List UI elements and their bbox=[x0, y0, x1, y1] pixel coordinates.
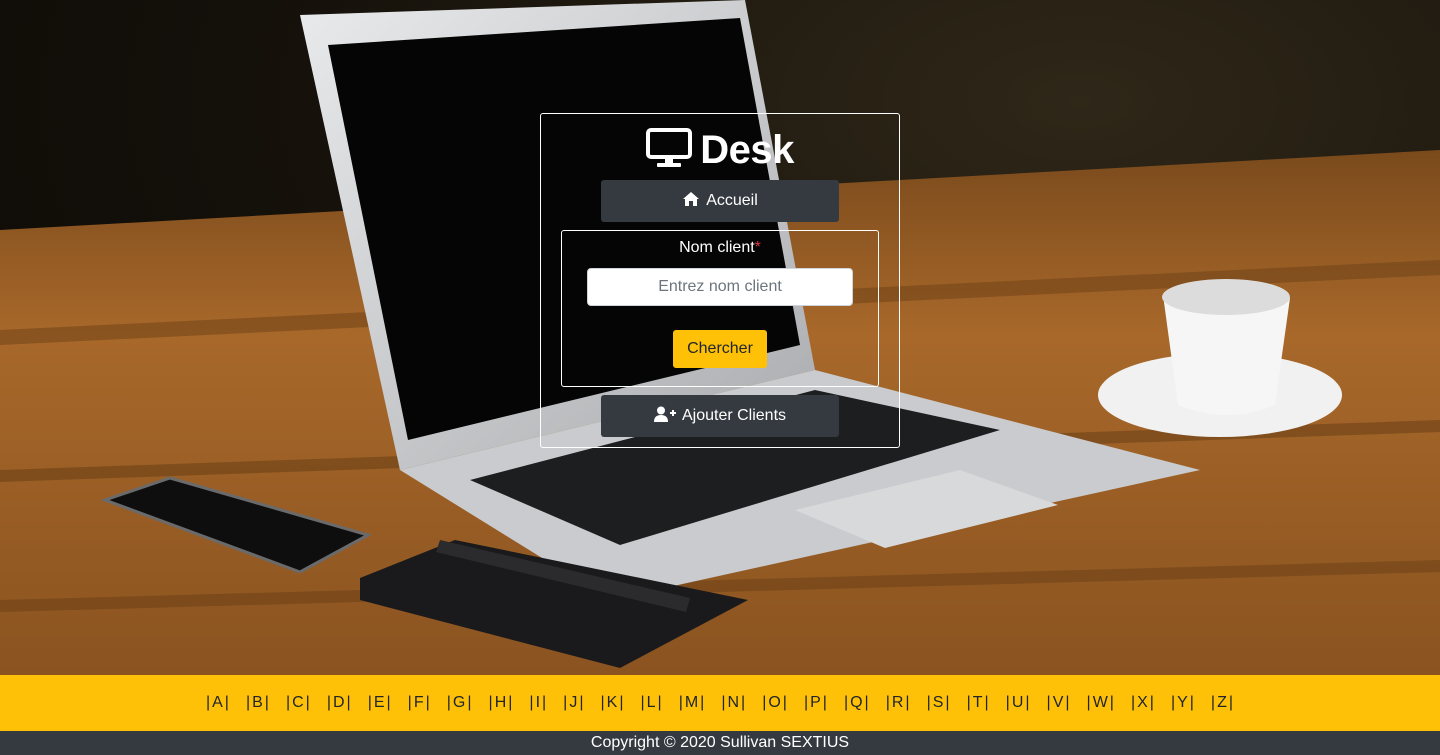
brand-title: Desk bbox=[700, 127, 794, 172]
alphabet-link[interactable]: |Z| bbox=[1203, 694, 1242, 712]
alphabet-link[interactable]: |K| bbox=[592, 694, 632, 712]
alphabet-link[interactable]: |E| bbox=[360, 694, 400, 712]
alphabet-link[interactable]: |N| bbox=[713, 694, 754, 712]
brand-header: Desk bbox=[541, 126, 899, 174]
alphabet-link[interactable]: |D| bbox=[319, 694, 360, 712]
alphabet-link[interactable]: |V| bbox=[1039, 694, 1079, 712]
home-button[interactable]: Accueil bbox=[601, 180, 839, 222]
add-client-button[interactable]: Ajouter Clients bbox=[601, 395, 839, 437]
add-client-label: Ajouter Clients bbox=[681, 407, 787, 424]
alphabet-link[interactable]: |F| bbox=[400, 694, 439, 712]
client-name-label-text: Nom client bbox=[679, 239, 755, 256]
alphabet-link[interactable]: |O| bbox=[754, 694, 796, 712]
alphabet-link[interactable]: |C| bbox=[278, 694, 319, 712]
alphabet-link[interactable]: |I| bbox=[521, 694, 555, 712]
copyright-text: Copyright © 2020 Sullivan SEXTIUS bbox=[590, 734, 850, 751]
user-plus-icon bbox=[653, 406, 676, 427]
alphabet-link[interactable]: |T| bbox=[959, 694, 998, 712]
alphabet-link[interactable]: |X| bbox=[1123, 694, 1163, 712]
main-panel: Desk Accueil Nom client* Chercher Ajoute… bbox=[540, 113, 900, 448]
alphabet-link[interactable]: |J| bbox=[555, 694, 592, 712]
alphabet-link[interactable]: |G| bbox=[439, 694, 481, 712]
alphabet-link[interactable]: |Y| bbox=[1163, 694, 1203, 712]
required-mark: * bbox=[754, 239, 761, 256]
alphabet-link[interactable]: |R| bbox=[878, 694, 919, 712]
alphabet-link[interactable]: |M| bbox=[671, 694, 714, 712]
home-icon bbox=[682, 191, 700, 212]
desktop-icon bbox=[646, 127, 693, 173]
search-button[interactable]: Chercher bbox=[673, 330, 767, 368]
alphabet-link[interactable]: |S| bbox=[919, 694, 959, 712]
client-name-input[interactable] bbox=[587, 268, 853, 306]
footer: Copyright © 2020 Sullivan SEXTIUS bbox=[0, 731, 1440, 755]
alphabet-link[interactable]: |L| bbox=[632, 694, 670, 712]
alphabet-link[interactable]: |A| bbox=[198, 694, 238, 712]
alphabet-link[interactable]: |Q| bbox=[836, 694, 878, 712]
alphabet-link[interactable]: |P| bbox=[796, 694, 836, 712]
alphabet-link[interactable]: |W| bbox=[1079, 694, 1123, 712]
alphabet-link[interactable]: |H| bbox=[481, 694, 522, 712]
alphabet-filter-bar: |A| |B| |C| |D| |E| |F| |G| |H| |I| |J| |K| |L| |M| |… bbox=[0, 675, 1440, 731]
search-form: Nom client* Chercher bbox=[561, 230, 879, 387]
alphabet-link[interactable]: |U| bbox=[998, 694, 1039, 712]
home-button-label: Accueil bbox=[706, 192, 758, 209]
alphabet-link[interactable]: |B| bbox=[238, 694, 278, 712]
client-name-label: Nom client* bbox=[562, 239, 878, 257]
alphabet-list: |A| |B| |C| |D| |E| |F| |G| |H| |I| |J| |K| |L| |M| |… bbox=[198, 694, 1242, 712]
